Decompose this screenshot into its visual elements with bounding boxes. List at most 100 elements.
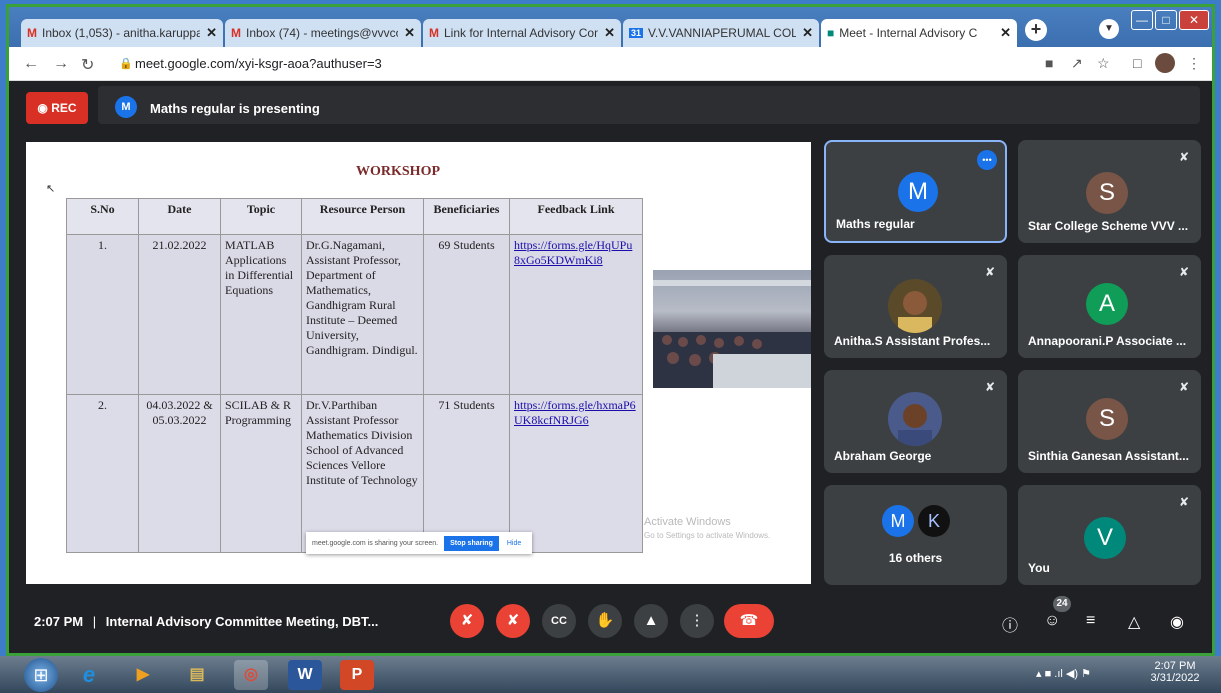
gmail-icon: M <box>231 26 241 40</box>
participant-name: Sinthia Ganesan Assistant... <box>1028 449 1189 463</box>
hide-button[interactable]: Hide <box>507 540 521 547</box>
menu-icon[interactable]: ⋮ <box>1187 55 1201 72</box>
more-options-button[interactable]: ⋮ <box>680 604 714 638</box>
lock-icon: 🔒 <box>119 58 133 70</box>
host-controls-icon[interactable]: ◉ <box>1170 612 1184 632</box>
workshop-table: S.No Date Topic Resource Person Benefici… <box>66 198 643 553</box>
participant-name: You <box>1028 561 1050 575</box>
url-field[interactable]: meet.google.com/xyi-ksgr-aoa?authuser=3 <box>135 52 1055 76</box>
participant-tile[interactable]: M ••• Maths regular <box>824 140 1007 243</box>
chat-icon[interactable]: ≡ <box>1086 612 1095 630</box>
participant-avatar: S <box>1086 398 1128 440</box>
table-row: 1. 21.02.2022 MATLAB Applications in Dif… <box>66 234 643 395</box>
cell-beneficiaries: 69 Students <box>423 234 510 395</box>
participant-tile[interactable]: ✘ Abraham George <box>824 370 1007 473</box>
tab-college[interactable]: 31 V.V.VANNIAPERUMAL COLLEC ✕ <box>623 19 819 47</box>
more-options-icon[interactable]: ••• <box>977 150 997 170</box>
internet-explorer-icon[interactable]: e <box>72 660 106 690</box>
close-icon[interactable]: ✕ <box>404 25 415 41</box>
participant-tile-others[interactable]: M K 16 others <box>824 485 1007 585</box>
tab-title: Link for Internal Advisory Com <box>444 26 599 40</box>
stop-sharing-button[interactable]: Stop sharing <box>444 535 499 551</box>
chrome-icon[interactable]: ◎ <box>234 660 268 690</box>
person-silhouette <box>898 291 932 333</box>
separator: | <box>92 614 97 629</box>
participant-avatar: V <box>1084 517 1126 559</box>
info-icon[interactable]: ⓘ <box>1002 612 1018 636</box>
word-icon[interactable]: W <box>288 660 322 690</box>
presenter-avatar: M <box>115 96 137 118</box>
side-panel-icon[interactable]: □ <box>1133 55 1141 71</box>
tab-meet[interactable]: ■ Meet - Internal Advisory C ✕ <box>821 19 1017 47</box>
activate-windows-subtitle: Go to Settings to activate Windows. <box>644 531 771 540</box>
tab-inbox-meetings[interactable]: M Inbox (74) - meetings@vvvcoll ✕ <box>225 19 421 47</box>
meeting-time: 2:07 PM <box>34 614 84 629</box>
tab-title: Inbox (1,053) - anitha.karuppa <box>42 26 201 40</box>
close-icon[interactable]: ✕ <box>604 25 615 41</box>
present-button[interactable]: ▲ <box>634 604 668 638</box>
media-player-icon[interactable]: ▶ <box>126 660 160 690</box>
clock-time: 2:07 PM <box>1154 660 1196 672</box>
mic-off-icon: ✘ <box>984 265 995 279</box>
participant-tile[interactable]: A ✘ Annapoorani.P Associate ... <box>1018 255 1201 358</box>
gmail-icon: M <box>27 26 37 40</box>
cell-date: 21.02.2022 <box>138 234 221 395</box>
participant-tile[interactable]: S ✘ Star College Scheme VVV ... <box>1018 140 1201 243</box>
participant-name: Star College Scheme VVV ... <box>1028 219 1189 233</box>
cell-topic: SCILAB & R Programming <box>220 394 302 553</box>
start-button[interactable]: ⊞ <box>24 658 58 692</box>
meet-icon: ■ <box>827 26 835 40</box>
close-icon[interactable]: ✕ <box>802 25 813 41</box>
cell-person: Dr.G.Nagamani, Assistant Professor, Depa… <box>301 234 424 395</box>
calendar-icon: 31 <box>629 28 644 38</box>
participant-tile[interactable]: S ✘ Sinthia Ganesan Assistant... <box>1018 370 1201 473</box>
tab-link-advisory[interactable]: M Link for Internal Advisory Com ✕ <box>423 19 621 47</box>
tab-title: V.V.VANNIAPERUMAL COLLEC <box>648 26 797 40</box>
maximize-button[interactable]: □ <box>1155 10 1177 30</box>
tab-title: Meet - Internal Advisory C <box>839 26 978 40</box>
minimize-button[interactable]: — <box>1131 10 1153 30</box>
feedback-link[interactable]: https://forms.gle/hxmaP6UK8kcfNRJG6 <box>514 398 636 427</box>
close-icon[interactable]: ✕ <box>1000 25 1011 41</box>
reload-icon[interactable]: ↻ <box>81 55 94 75</box>
participant-avatar: M <box>882 505 914 537</box>
share-notice-text: meet.google.com is sharing your screen. <box>312 539 439 547</box>
participant-tile-self[interactable]: V ✘ You <box>1018 485 1201 585</box>
close-icon[interactable]: ✕ <box>206 25 217 41</box>
participant-avatar: M <box>898 172 938 212</box>
people-icon[interactable]: ☺ <box>1044 612 1060 630</box>
powerpoint-icon[interactable]: P <box>340 660 374 690</box>
mic-off-button[interactable]: ✘ <box>450 604 484 638</box>
close-window-button[interactable]: ✕ <box>1179 10 1209 30</box>
profile-avatar[interactable] <box>1155 53 1175 73</box>
address-bar: ← → ↻ 🔒 meet.google.com/xyi-ksgr-aoa?aut… <box>9 47 1212 81</box>
participant-name: Maths regular <box>836 217 915 231</box>
clock[interactable]: 2:07 PM 3/31/2022 <box>1140 660 1210 684</box>
col-header: S.No <box>66 198 139 235</box>
camera-off-button[interactable]: ✘ <box>496 604 530 638</box>
mic-off-icon: ✘ <box>984 380 995 394</box>
camera-icon[interactable]: ■ <box>1045 55 1053 71</box>
tab-title: Inbox (74) - meetings@vvvcoll <box>246 26 399 40</box>
screen-share-notice: meet.google.com is sharing your screen. … <box>306 532 532 554</box>
file-explorer-icon[interactable]: ▤ <box>180 660 214 690</box>
back-icon[interactable]: ← <box>23 55 39 73</box>
activities-icon[interactable]: △ <box>1128 612 1140 632</box>
raise-hand-button[interactable]: ✋ <box>588 604 622 638</box>
cell-sno: 1. <box>66 234 139 395</box>
tab-search-icon[interactable]: ▼ <box>1099 19 1119 39</box>
bookmark-star-icon[interactable]: ☆ <box>1097 55 1110 72</box>
feedback-link[interactable]: https://forms.gle/HqUPu8xGo5KDWmKi8 <box>514 238 632 267</box>
presenting-text: Maths regular is presenting <box>150 101 320 116</box>
captions-button[interactable]: CC <box>542 604 576 638</box>
leave-call-button[interactable]: ☎ <box>724 604 774 638</box>
share-icon[interactable]: ↗ <box>1071 55 1083 72</box>
tab-inbox-anitha[interactable]: M Inbox (1,053) - anitha.karuppa ✕ <box>21 19 223 47</box>
system-tray[interactable]: ▴ ■ .ıl ◀) ⚑ <box>1036 667 1091 680</box>
col-header: Beneficiaries <box>423 198 510 235</box>
cell-person: Dr.V.Parthiban Assistant Professor Mathe… <box>301 394 424 553</box>
new-tab-button[interactable]: + <box>1025 19 1047 41</box>
participant-tile[interactable]: ✘ Anitha.S Assistant Profes... <box>824 255 1007 358</box>
cell-beneficiaries: 71 Students <box>423 394 510 553</box>
forward-icon[interactable]: → <box>53 55 69 73</box>
